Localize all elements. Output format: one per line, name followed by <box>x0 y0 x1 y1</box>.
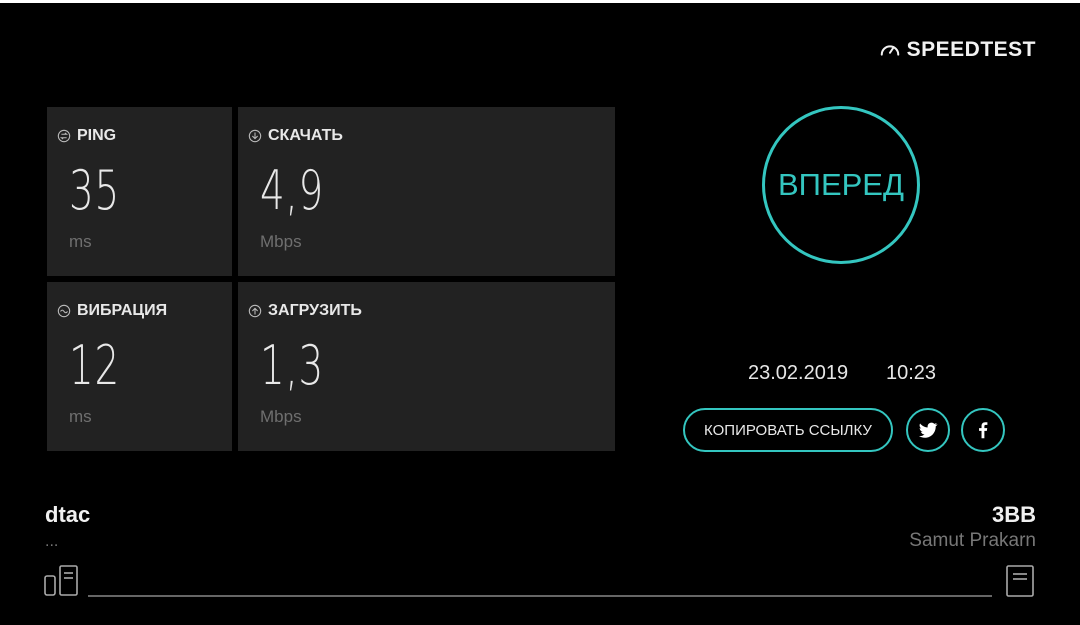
top-border <box>0 0 1080 3</box>
download-unit: Mbps <box>260 232 302 251</box>
ping-value: 35 <box>69 159 120 222</box>
download-label: СКАЧАТЬ <box>268 127 343 144</box>
speedtest-logo: SPEEDTEST <box>879 38 1036 62</box>
go-button-label: ВПЕРЕД <box>778 167 904 202</box>
jitter-icon <box>57 304 71 318</box>
result-date: 23.02.2019 <box>748 362 849 384</box>
facebook-icon <box>979 422 988 439</box>
ping-unit: ms <box>69 232 92 251</box>
ping-label: PING <box>77 127 117 144</box>
jitter-value: 12 <box>69 334 120 397</box>
jitter-label: ВИБРАЦИЯ <box>77 302 168 319</box>
upload-unit: Mbps <box>260 407 302 426</box>
isp-name: dtac <box>45 502 91 527</box>
server-name[interactable]: 3BB <box>992 502 1036 528</box>
jitter-unit: ms <box>69 407 92 426</box>
upload-header: ЗАГРУЗИТЬ <box>248 302 362 320</box>
ping-icon <box>57 129 71 143</box>
facebook-share-button[interactable] <box>961 408 1005 452</box>
upload-arrow-icon <box>248 304 262 318</box>
isp-subtitle: ... <box>45 533 59 550</box>
download-header: СКАЧАТЬ <box>248 127 343 145</box>
copy-link-label: КОПИРОВАТЬ ССЫЛКУ <box>704 421 872 439</box>
jitter-header: ВИБРАЦИЯ <box>57 302 167 320</box>
device-icon <box>44 565 78 596</box>
copy-link-button[interactable]: КОПИРОВАТЬ ССЫЛКУ <box>683 408 893 452</box>
twitter-icon <box>918 422 938 438</box>
connection-line <box>88 595 992 597</box>
ping-header: PING <box>57 127 116 145</box>
download-arrow-icon <box>248 129 262 143</box>
upload-value: 1,3 <box>260 334 325 397</box>
server-location[interactable]: Samut Prakarn <box>909 530 1036 552</box>
go-button[interactable]: ВПЕРЕД <box>762 106 920 264</box>
ping-tile: PING 35 ms <box>47 107 232 276</box>
upload-label: ЗАГРУЗИТЬ <box>268 302 362 319</box>
brand-name: SPEEDTEST <box>906 38 1036 61</box>
jitter-tile: ВИБРАЦИЯ 12 ms <box>47 282 232 451</box>
download-value: 4,9 <box>260 159 325 222</box>
speedometer-icon <box>880 45 899 56</box>
twitter-share-button[interactable] <box>906 408 950 452</box>
server-icon <box>1006 565 1034 597</box>
upload-tile: ЗАГРУЗИТЬ 1,3 Mbps <box>238 282 615 451</box>
result-time: 10:23 <box>886 362 937 384</box>
download-tile: СКАЧАТЬ 4,9 Mbps <box>238 107 615 276</box>
